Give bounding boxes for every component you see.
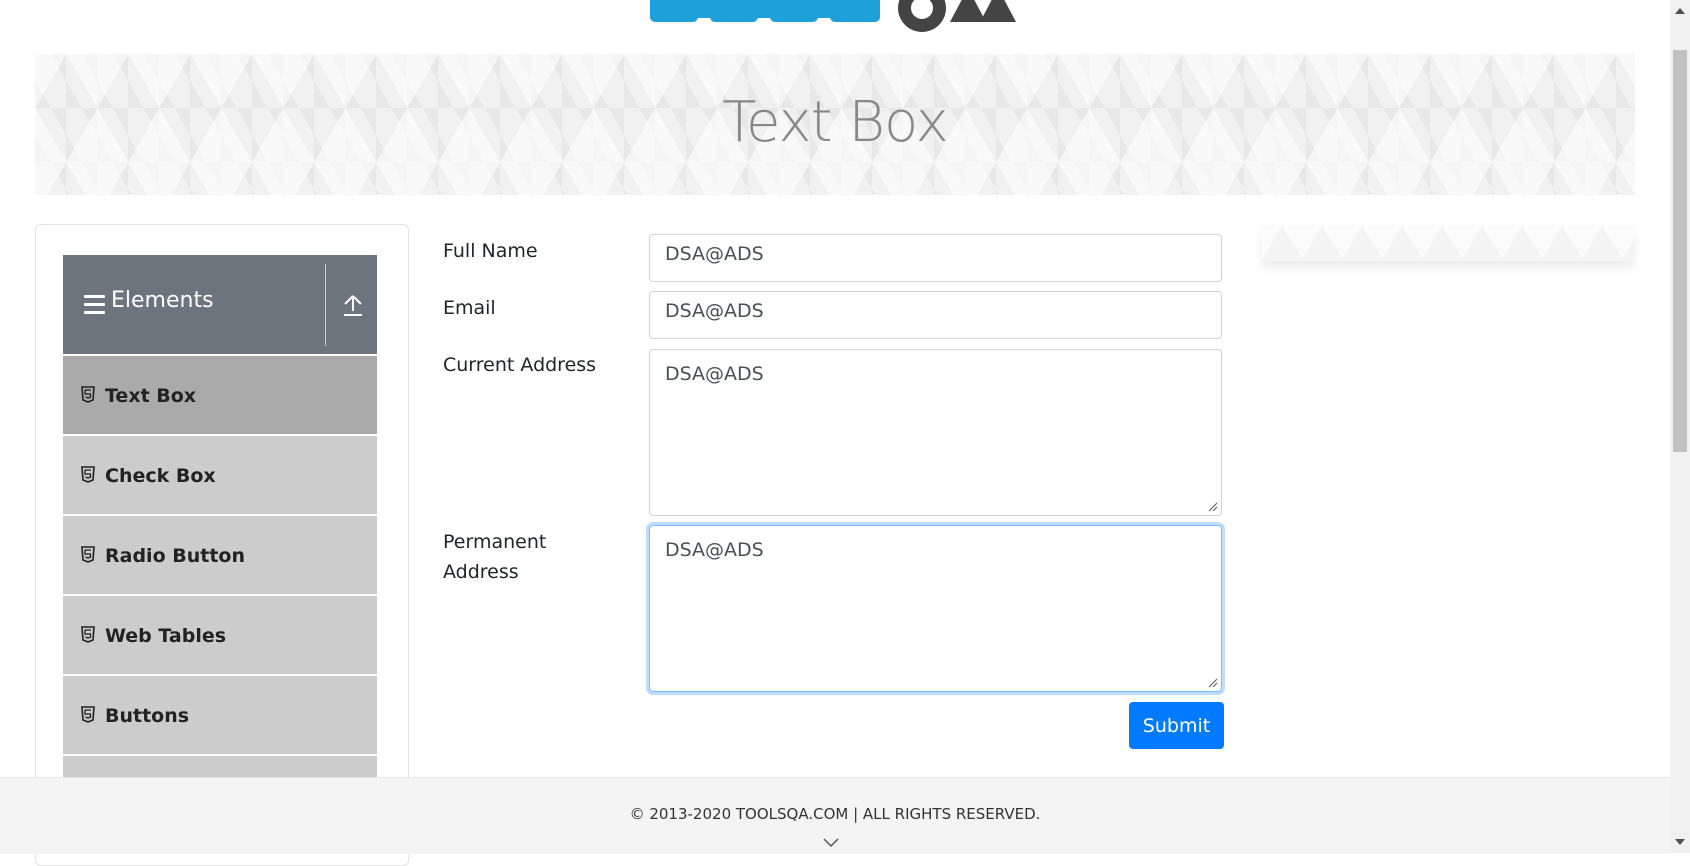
left-navigation-panel: Elements Text Box Check Box Radio Button…: [35, 224, 409, 866]
page-scrollbar[interactable]: [1670, 0, 1690, 853]
permanent-address-label-line2: Address: [443, 561, 519, 583]
page-banner: Text Box: [35, 54, 1635, 195]
sidebar-item-label: Web Tables: [105, 625, 227, 647]
submit-button[interactable]: Submit: [1129, 702, 1224, 749]
permanent-address-textarea[interactable]: DSA@ADS: [649, 525, 1222, 692]
sidebar-item-label: Radio Button: [105, 545, 245, 567]
scroll-down-arrow-icon[interactable]: [1675, 839, 1685, 845]
email-value: DSA@ADS: [665, 300, 764, 322]
sidebar-item-label: Buttons: [105, 705, 190, 727]
ad-placeholder: [1262, 225, 1634, 261]
sidebar-item-radio-button[interactable]: Radio Button: [63, 516, 377, 594]
email-label: Email: [443, 297, 496, 319]
elements-group-header[interactable]: Elements: [63, 255, 377, 354]
sidebar-item-check-box[interactable]: Check Box: [63, 436, 377, 514]
html5-icon: [81, 386, 95, 403]
sidebar-item-buttons[interactable]: Buttons: [63, 676, 377, 754]
group-title: Elements: [111, 288, 214, 313]
permanent-address-label: Permanent Address: [443, 527, 546, 587]
html5-icon: [81, 626, 95, 643]
scrollbar-thumb[interactable]: [1673, 50, 1687, 452]
footer: © 2013-2020 TOOLSQA.COM | ALL RIGHTS RES…: [0, 777, 1670, 854]
full-name-input[interactable]: DSA@ADS: [649, 234, 1222, 282]
full-name-value: DSA@ADS: [665, 243, 764, 265]
footer-copyright: © 2013-2020 TOOLSQA.COM | ALL RIGHTS RES…: [629, 805, 1041, 823]
sidebar-item-label: Text Box: [105, 385, 197, 407]
resize-grip-icon[interactable]: [1208, 502, 1218, 512]
scroll-up-arrow-icon[interactable]: [1675, 8, 1685, 14]
sidebar-item-text-box[interactable]: Text Box: [63, 356, 377, 434]
page-title: Text Box: [722, 90, 948, 155]
sidebar-item-web-tables[interactable]: Web Tables: [63, 596, 377, 674]
email-input[interactable]: DSA@ADS: [649, 291, 1222, 339]
toolsqa-logo[interactable]: [650, 0, 1040, 40]
elements-menu-list: Text Box Check Box Radio Button Web Tabl…: [63, 356, 377, 836]
hamburger-menu-icon: [84, 295, 105, 314]
html5-icon: [81, 466, 95, 483]
permanent-address-label-line1: Permanent: [443, 531, 547, 553]
html5-icon: [81, 546, 95, 563]
resize-grip-icon[interactable]: [1208, 678, 1218, 688]
html5-icon: [81, 706, 95, 723]
permanent-address-value: DSA@ADS: [665, 539, 764, 561]
current-address-value: DSA@ADS: [665, 363, 764, 385]
sidebar-item-label: Check Box: [105, 465, 216, 487]
chevron-down-icon[interactable]: [823, 838, 839, 848]
current-address-label: Current Address: [443, 354, 597, 376]
current-address-textarea[interactable]: DSA@ADS: [649, 349, 1222, 516]
collapse-upload-icon[interactable]: [342, 293, 364, 317]
header-divider: [325, 264, 326, 346]
full-name-label: Full Name: [443, 240, 538, 262]
